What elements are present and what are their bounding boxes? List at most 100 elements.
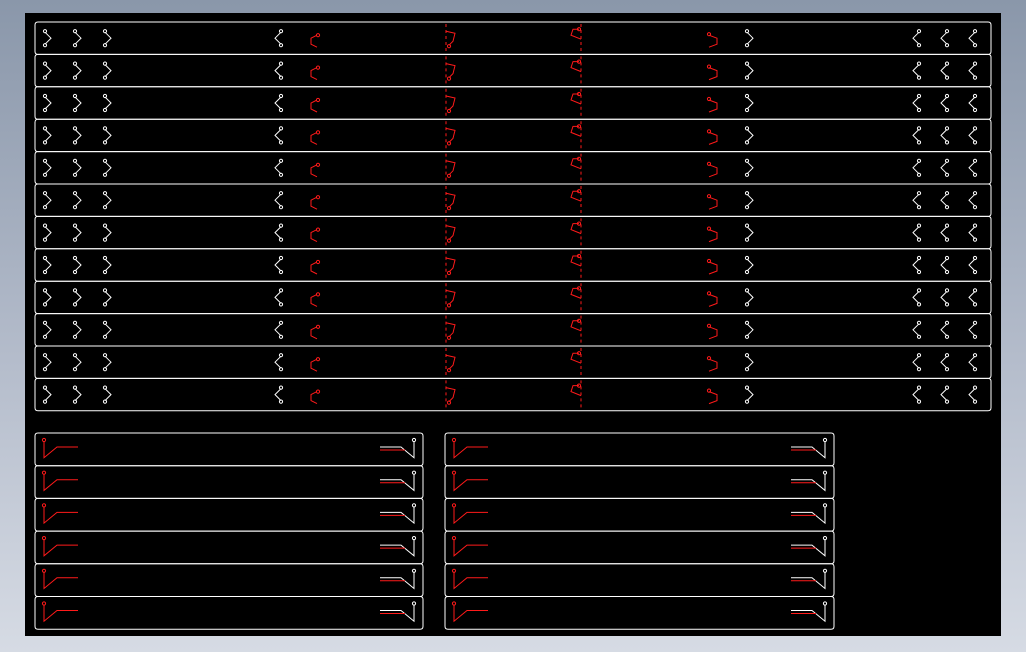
strip-outline	[444, 563, 835, 597]
ring-mark	[72, 302, 78, 307]
hook-mark	[968, 323, 976, 337]
ring-mark	[278, 288, 284, 293]
ring-mark	[916, 93, 922, 99]
red-detail	[453, 441, 488, 459]
hook-mark	[104, 193, 112, 207]
hook-mark	[380, 604, 415, 623]
ring-mark	[944, 205, 950, 210]
strip-row	[444, 596, 835, 630]
ring-mark	[278, 61, 284, 66]
cad-drawing	[34, 21, 992, 630]
ring-mark	[42, 385, 48, 390]
ring-mark	[451, 470, 457, 475]
ring-mark	[42, 367, 48, 372]
hook-mark	[912, 129, 920, 142]
hook-mark	[912, 355, 920, 369]
hook-mark	[791, 506, 826, 525]
ring-mark	[744, 399, 750, 404]
ring-mark	[744, 385, 750, 390]
red-detail	[708, 326, 718, 340]
hook-mark	[746, 161, 754, 175]
ring-mark	[42, 29, 48, 34]
red-detail	[453, 571, 488, 590]
ring-mark	[72, 126, 78, 131]
ring-mark	[446, 303, 452, 308]
strip-row	[34, 465, 424, 499]
hook-mark	[44, 291, 52, 304]
ring-mark	[278, 29, 284, 34]
ring-mark	[42, 75, 48, 80]
red-detail	[445, 225, 456, 240]
cad-viewport[interactable]	[25, 13, 1001, 636]
ring-mark	[315, 33, 321, 38]
hook-mark	[274, 161, 282, 175]
ring-mark	[944, 191, 950, 196]
ring-mark	[916, 353, 922, 358]
ring-mark	[72, 385, 78, 390]
ring-mark	[972, 320, 978, 325]
ring-mark	[944, 367, 950, 372]
hook-mark	[274, 291, 282, 304]
hook-mark	[44, 193, 52, 207]
strip-outline	[34, 280, 992, 315]
ring-mark	[972, 172, 978, 177]
ring-mark	[744, 269, 750, 275]
red-detail	[43, 539, 78, 557]
red-detail	[708, 229, 718, 243]
ring-mark	[916, 158, 922, 163]
hook-mark	[940, 226, 948, 239]
ring-mark	[916, 269, 922, 275]
ring-mark	[411, 470, 417, 475]
ring-mark	[102, 140, 108, 145]
red-detail	[445, 95, 456, 111]
ring-mark	[102, 237, 108, 242]
ring-mark	[102, 334, 108, 339]
ring-mark	[278, 302, 284, 307]
ring-mark	[72, 269, 78, 275]
hook-mark	[791, 539, 826, 557]
red-detail	[445, 192, 456, 208]
ring-mark	[42, 172, 48, 177]
ring-mark	[446, 76, 452, 81]
ring-mark	[972, 126, 978, 131]
ring-mark	[972, 29, 978, 34]
red-detail	[708, 99, 718, 113]
ring-mark	[278, 158, 284, 163]
ring-mark	[411, 437, 417, 443]
red-detail	[445, 127, 456, 143]
ring-mark	[944, 43, 950, 48]
ring-mark	[916, 172, 922, 177]
strip-row	[444, 563, 835, 597]
red-detail	[310, 99, 318, 113]
hook-mark	[274, 258, 282, 272]
ring-mark	[102, 126, 108, 131]
ring-mark	[744, 288, 750, 293]
top-strip-panel	[34, 21, 992, 412]
ring-mark	[972, 140, 978, 145]
hook-mark	[274, 323, 282, 337]
ring-mark	[916, 223, 922, 228]
strip-outline	[34, 345, 992, 379]
ring-mark	[446, 368, 452, 373]
ring-mark	[42, 399, 48, 404]
ring-mark	[744, 237, 750, 242]
ring-mark	[706, 129, 712, 134]
ring-mark	[916, 288, 922, 293]
ring-mark	[916, 43, 922, 48]
ring-mark	[744, 43, 750, 48]
strip-outline	[34, 151, 992, 185]
ring-mark	[916, 107, 922, 113]
strip-outline	[34, 313, 992, 347]
hook-mark	[74, 161, 82, 175]
ring-mark	[451, 536, 457, 541]
ring-mark	[315, 259, 321, 265]
ring-mark	[744, 353, 750, 358]
hook-mark	[74, 388, 82, 401]
ring-mark	[102, 158, 108, 163]
ring-mark	[315, 162, 321, 167]
strip-outline	[34, 563, 424, 597]
ring-mark	[916, 399, 922, 404]
hook-mark	[968, 129, 976, 142]
red-detail	[453, 604, 488, 623]
red-detail	[453, 539, 488, 557]
